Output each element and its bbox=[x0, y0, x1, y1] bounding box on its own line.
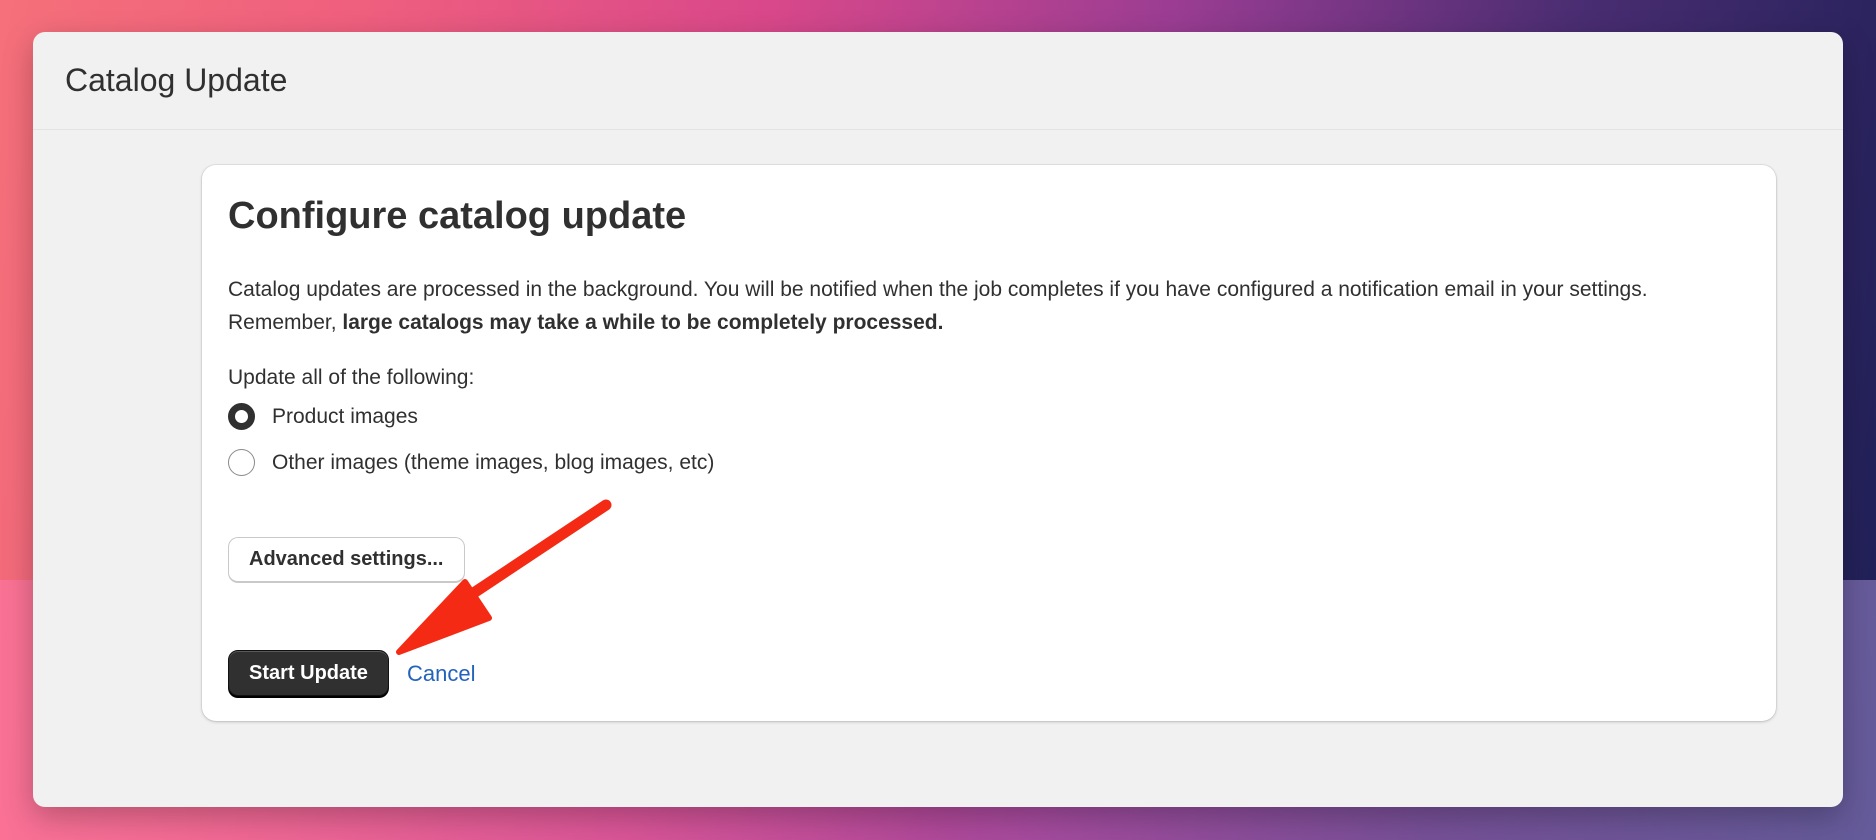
page-title: Catalog Update bbox=[65, 62, 288, 98]
radio-label: Other images (theme images, blog images,… bbox=[272, 450, 715, 474]
page-header: Catalog Update bbox=[33, 32, 1843, 130]
start-update-button[interactable]: Start Update bbox=[228, 650, 389, 696]
advanced-settings-button[interactable]: Advanced settings... bbox=[228, 537, 465, 583]
radio-option-product-images[interactable]: Product images bbox=[228, 403, 418, 430]
radio-option-other-images[interactable]: Other images (theme images, blog images,… bbox=[228, 449, 714, 476]
radio-unselected-icon[interactable] bbox=[228, 449, 255, 476]
description-emphasis: large catalogs may take a while to be co… bbox=[342, 311, 944, 334]
card-heading: Configure catalog update bbox=[228, 195, 687, 237]
radio-label: Product images bbox=[272, 404, 418, 428]
app-window: Catalog Update Configure catalog update … bbox=[33, 32, 1843, 807]
configure-card: Configure catalog update Catalog updates… bbox=[202, 165, 1776, 721]
cancel-link[interactable]: Cancel bbox=[407, 661, 475, 687]
card-description: Catalog updates are processed in the bac… bbox=[228, 273, 1728, 339]
radio-selected-icon[interactable] bbox=[228, 403, 255, 430]
update-group-label: Update all of the following: bbox=[228, 366, 475, 389]
